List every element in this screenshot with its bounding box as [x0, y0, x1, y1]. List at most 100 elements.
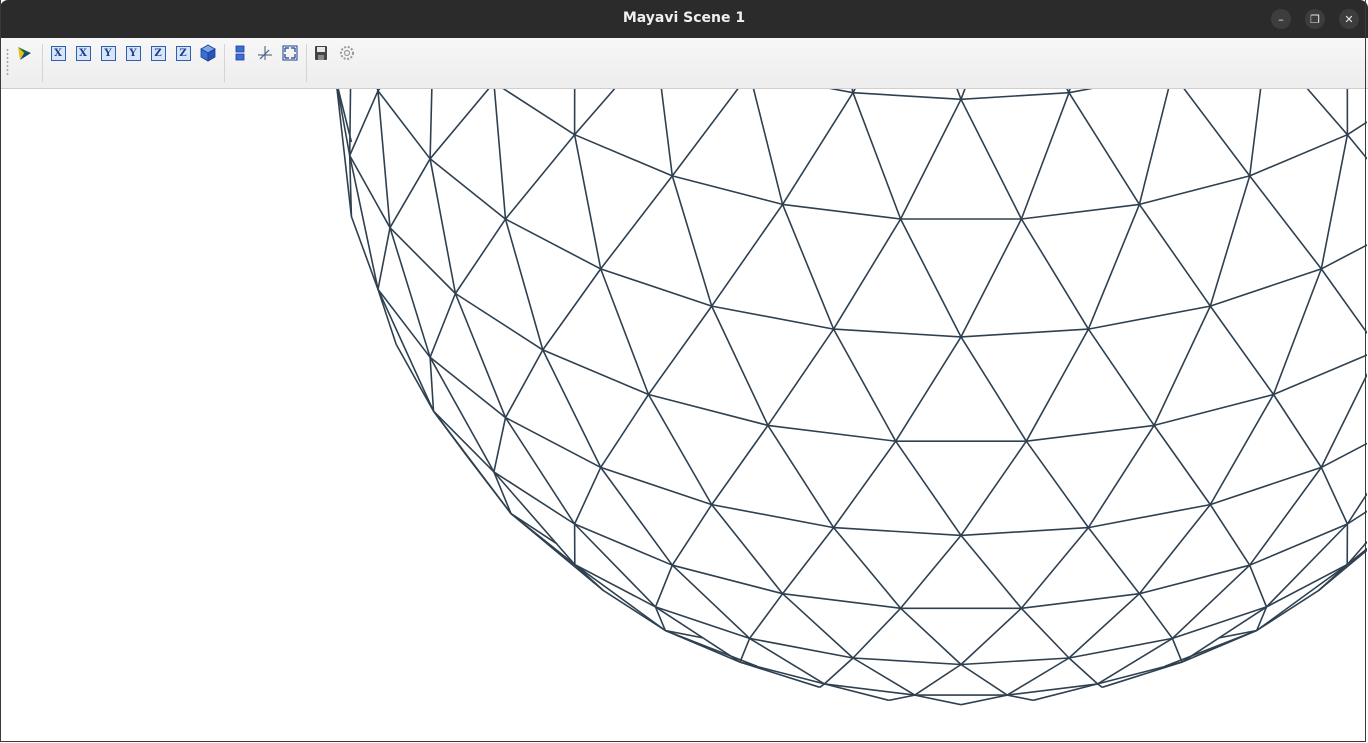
mesh-edge [1087, 328, 1155, 426]
mesh-edge [1320, 268, 1367, 335]
toolbar-grip[interactable] [6, 48, 9, 76]
mesh-edge [1021, 203, 1140, 220]
full-screen-icon [282, 45, 298, 61]
mesh-edge [781, 92, 854, 205]
mesh-edge [960, 91, 1070, 101]
mesh-edge [1088, 503, 1211, 529]
view-y-plus-button[interactable]: Y [98, 43, 118, 63]
mesh-edge [748, 593, 784, 639]
mesh-edge [960, 218, 1023, 338]
mesh-edge [504, 349, 544, 418]
mesh-edge [824, 683, 915, 696]
mesh-edge [1020, 607, 1070, 659]
view-z-minus-button[interactable]: Z [173, 43, 193, 63]
mesh-edge [1087, 527, 1141, 595]
mesh-edge [1020, 92, 1070, 220]
title-bar[interactable]: Mayavi Scene 1 – ❐ ✕ [0, 0, 1368, 38]
mesh-edge [429, 89, 433, 159]
mesh-edge [377, 89, 380, 91]
mesh-edge [781, 204, 835, 330]
maximize-button[interactable]: ❐ [1305, 9, 1325, 29]
mesh-edge [1006, 657, 1070, 696]
mesh-edge [824, 683, 889, 702]
view-y-minus-button[interactable]: Y [123, 43, 143, 63]
mesh-edge [1209, 305, 1275, 395]
axes-indicator-icon [258, 46, 272, 60]
mesh-edge [914, 663, 962, 696]
save-button[interactable] [311, 43, 331, 63]
close-icon: ✕ [1344, 12, 1354, 26]
mesh-edge [832, 527, 902, 609]
isometric-view-icon [200, 44, 216, 62]
mesh-edge [348, 89, 352, 156]
mesh-edge [377, 89, 381, 92]
full-screen-button[interactable] [280, 43, 300, 63]
mesh-edge [429, 293, 457, 358]
mesh-edge [832, 440, 897, 529]
mesh-edge [672, 175, 783, 206]
mesh-edge [914, 694, 962, 706]
mesh-edge [1025, 440, 1090, 529]
mesh-edge [1272, 268, 1323, 395]
mesh-edge [1138, 504, 1211, 595]
mesh-edge [647, 305, 713, 395]
mesh-edge [542, 268, 602, 351]
mesh-edge [767, 424, 896, 442]
mesh-edge [1320, 442, 1367, 469]
axes-indicator-button[interactable] [255, 43, 275, 63]
mesh-edge [833, 526, 962, 537]
parallel-projection-button[interactable] [230, 43, 250, 63]
mesh-edge [782, 203, 901, 220]
mesh-edge [377, 90, 431, 160]
mesh-edge [1346, 134, 1367, 160]
mesh-edge [899, 534, 962, 609]
mesh-edge [819, 683, 825, 688]
view-x-plus-button[interactable]: X [48, 43, 68, 63]
mesh-edge [493, 471, 576, 566]
mesh-edge [1138, 593, 1174, 639]
mesh-edge [377, 289, 397, 345]
view-z-plus-button[interactable]: Z [148, 43, 168, 63]
view-x-minus-button[interactable]: X [73, 43, 93, 63]
mesh-edge [600, 175, 673, 270]
isometric-view-button[interactable] [198, 43, 218, 63]
maximize-icon: ❐ [1310, 12, 1320, 26]
mesh-edge [852, 92, 902, 220]
mesh-edge [1066, 89, 1070, 94]
save-icon [315, 46, 327, 60]
mayavi-pipeline-icon [18, 47, 31, 60]
mesh-edge [348, 90, 379, 156]
mesh-edge [767, 424, 835, 529]
mesh-edge [852, 607, 902, 659]
mesh-edge [852, 91, 962, 101]
minimize-icon: – [1278, 12, 1284, 26]
mesh-edge [1320, 467, 1349, 525]
mesh-edge [1320, 134, 1349, 270]
scene-viewport[interactable] [1, 89, 1367, 742]
mesh-edge [960, 328, 1089, 338]
mesh-edge [1153, 393, 1274, 427]
mesh-edge [573, 467, 602, 525]
mayavi-pipeline-button[interactable] [15, 43, 35, 63]
minimize-button[interactable]: – [1271, 9, 1291, 29]
mesh-edge [1007, 694, 1034, 702]
mesh-edge [505, 218, 602, 270]
mesh-edge [895, 440, 962, 536]
mesh-edge [429, 158, 506, 220]
mesh-edge [1248, 564, 1268, 608]
mesh-edge [1306, 89, 1349, 136]
mesh-edge [960, 440, 1027, 536]
mesh-edge [1249, 175, 1322, 270]
mesh-edge [711, 203, 784, 307]
mesh-edge [600, 394, 650, 468]
mesh-edge [782, 592, 901, 610]
mesh-edge [671, 175, 713, 307]
mesh-edge [1171, 638, 1183, 663]
mesh-edge [1346, 492, 1367, 525]
close-button[interactable]: ✕ [1339, 9, 1359, 29]
mesh-edge [376, 89, 379, 92]
mesh-edge [1249, 133, 1348, 177]
parallel-projection-icon [235, 45, 245, 61]
mesh-edge [573, 134, 602, 270]
configure-scene-button[interactable] [337, 43, 357, 63]
